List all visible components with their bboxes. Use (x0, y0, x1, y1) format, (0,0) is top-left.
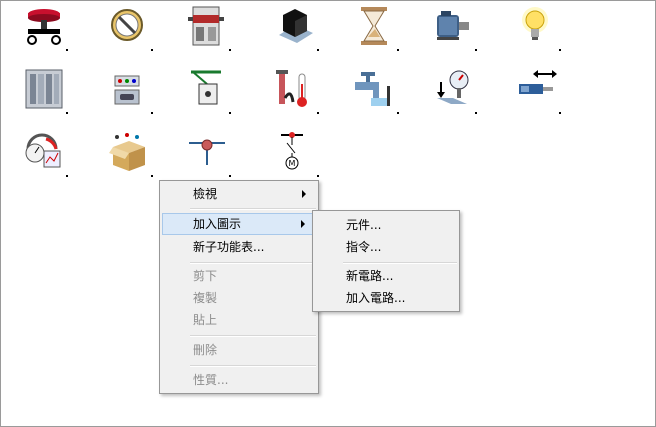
menu-item-label: 新子功能表... (193, 240, 265, 254)
menu-item-delete[interactable]: 刪除 (162, 339, 316, 361)
menu-item-paste[interactable]: 貼上 (162, 309, 316, 331)
menu-item-label: 新電路... (346, 269, 394, 283)
circuit-breaker-icon[interactable] (107, 5, 153, 51)
motor-icon[interactable] (431, 5, 477, 51)
plc-rack-icon[interactable] (22, 68, 68, 114)
terminal-block-icon[interactable] (185, 5, 231, 51)
submenu-arrow-icon (301, 220, 305, 228)
menu-item-label: 貼上 (193, 313, 218, 327)
submenu-item-component[interactable]: 元件... (315, 214, 457, 236)
menu-separator (190, 208, 316, 210)
relay-contact-icon[interactable] (185, 68, 231, 114)
menu-item-copy[interactable]: 複製 (162, 287, 316, 309)
menu-item-cut[interactable]: 剪下 (162, 265, 316, 287)
menu-item-add-icon[interactable]: 加入圖示 (162, 213, 316, 235)
context-menu: 檢視 加入圖示 新子功能表... 剪下 複製 貼上 刪除 性質... (159, 180, 319, 394)
menu-separator (190, 365, 316, 367)
menu-item-label: 剪下 (193, 269, 218, 283)
menu-separator (343, 262, 457, 264)
menu-item-label: 檢視 (193, 187, 218, 201)
junction-node-icon[interactable] (185, 131, 231, 177)
menu-item-label: 加入圖示 (193, 217, 242, 231)
menu-item-label: 指令... (346, 240, 382, 254)
submenu-item-command[interactable]: 指令... (315, 236, 457, 258)
menu-item-label: 加入電路... (346, 291, 406, 305)
submenu-item-new-circuit[interactable]: 新電路... (315, 265, 457, 287)
emergency-stop-icon[interactable] (22, 5, 68, 51)
package-box-icon[interactable] (107, 131, 153, 177)
menu-item-view[interactable]: 檢視 (162, 183, 316, 205)
menu-item-new-submenu[interactable]: 新子功能表... (162, 236, 316, 258)
light-bulb-icon[interactable] (515, 5, 561, 51)
submenu-arrow-icon (302, 190, 306, 198)
gauge-meters-icon[interactable] (22, 131, 68, 177)
menu-item-label: 刪除 (193, 343, 218, 357)
hourglass-timer-icon[interactable] (353, 5, 399, 51)
pressure-temperature-sensor-icon[interactable] (273, 68, 319, 114)
menu-item-properties[interactable]: 性質... (162, 369, 316, 391)
menu-item-label: 複製 (193, 291, 218, 305)
water-valve-icon[interactable] (353, 68, 399, 114)
menu-item-label: 元件... (346, 218, 382, 232)
submenu-item-add-circuit[interactable]: 加入電路... (315, 287, 457, 309)
menu-separator (190, 262, 316, 264)
motor-switch-icon[interactable]: M (273, 131, 319, 177)
connector-block-icon[interactable] (107, 68, 153, 114)
menu-separator (190, 335, 316, 337)
menu-item-label: 性質... (193, 373, 229, 387)
svg-text:M: M (289, 159, 296, 168)
black-box-device-icon[interactable] (273, 5, 319, 51)
pressure-gauge-switch-icon[interactable] (431, 68, 477, 114)
linear-actuator-icon[interactable] (515, 68, 561, 114)
add-icon-submenu: 元件... 指令... 新電路... 加入電路... (312, 210, 460, 312)
